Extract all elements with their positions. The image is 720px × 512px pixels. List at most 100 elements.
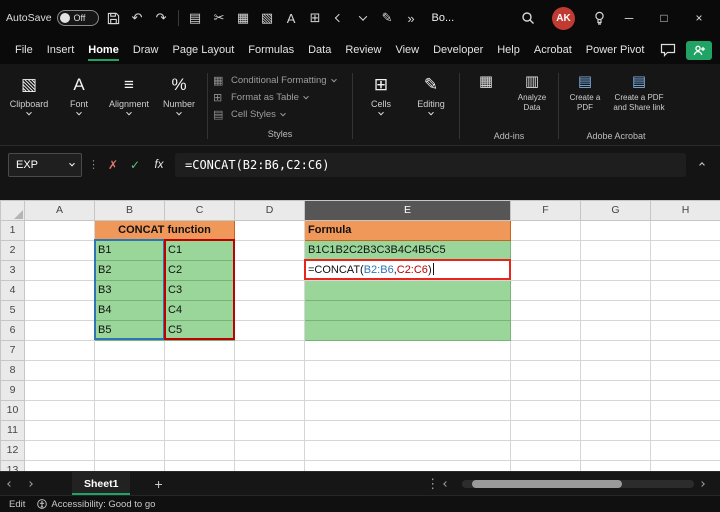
addins-button[interactable]: ▦ bbox=[463, 67, 509, 91]
cell[interactable] bbox=[94, 380, 165, 401]
mode-indicator[interactable]: Edit bbox=[9, 499, 25, 510]
tab-view[interactable]: View bbox=[388, 39, 426, 61]
row-header-1[interactable]: 1 bbox=[0, 220, 25, 241]
create-pdf-button[interactable]: ▤ Create a PDF bbox=[562, 67, 608, 112]
cell[interactable] bbox=[580, 280, 651, 301]
cell[interactable] bbox=[164, 400, 235, 421]
conditional-formatting-button[interactable]: ▦ Conditional Formatting bbox=[213, 72, 347, 89]
cell[interactable] bbox=[510, 420, 581, 441]
cell[interactable] bbox=[650, 280, 720, 301]
cell[interactable] bbox=[234, 400, 305, 421]
draw-brush-button[interactable]: ✎ bbox=[378, 5, 397, 31]
cell[interactable] bbox=[24, 340, 95, 361]
cell[interactable] bbox=[304, 440, 511, 461]
cell[interactable] bbox=[510, 400, 581, 421]
cell[interactable] bbox=[24, 280, 95, 301]
cell[interactable] bbox=[580, 220, 651, 241]
row-header-4[interactable]: 4 bbox=[0, 280, 25, 301]
column-header-C[interactable]: C bbox=[164, 200, 235, 221]
tab-data[interactable]: Data bbox=[301, 39, 338, 61]
cell[interactable] bbox=[510, 380, 581, 401]
cell[interactable] bbox=[164, 460, 235, 471]
cell[interactable] bbox=[164, 440, 235, 461]
row-header-2[interactable]: 2 bbox=[0, 240, 25, 261]
insert-function-button[interactable]: fx bbox=[149, 159, 169, 171]
quick-access-dropdown[interactable] bbox=[354, 5, 373, 31]
cell[interactable] bbox=[510, 220, 581, 241]
sheet-nav-right[interactable] bbox=[27, 480, 40, 487]
cell[interactable] bbox=[234, 340, 305, 361]
ribbon-group-alignment[interactable]: ≡ Alignment bbox=[104, 67, 154, 145]
create-pdf-share-button[interactable]: ▤ Create a PDF and Share link bbox=[608, 67, 670, 112]
autosave-switch[interactable]: Off bbox=[56, 10, 99, 26]
tab-home[interactable]: Home bbox=[81, 39, 126, 61]
cell[interactable] bbox=[580, 460, 651, 471]
cell[interactable] bbox=[24, 440, 95, 461]
tab-insert[interactable]: Insert bbox=[40, 39, 82, 61]
cell-C2[interactable]: C1 bbox=[164, 240, 235, 261]
row-header-12[interactable]: 12 bbox=[0, 440, 25, 461]
font-color-button[interactable]: A bbox=[282, 5, 301, 31]
scrollbar-thumb[interactable] bbox=[472, 479, 622, 488]
insert-picture-button[interactable]: ▦ bbox=[234, 5, 253, 31]
cell[interactable] bbox=[234, 320, 305, 341]
cancel-entry-button[interactable]: ✗ bbox=[105, 158, 121, 172]
row-header-7[interactable]: 7 bbox=[0, 340, 25, 361]
cell[interactable] bbox=[580, 380, 651, 401]
cell[interactable] bbox=[580, 260, 651, 281]
confirm-entry-button[interactable]: ✓ bbox=[127, 158, 143, 172]
cell[interactable] bbox=[164, 420, 235, 441]
scrollbar-track[interactable] bbox=[462, 479, 694, 488]
cell[interactable] bbox=[234, 360, 305, 381]
cell-B5[interactable]: B4 bbox=[94, 300, 165, 321]
ribbon-group-cells[interactable]: ⊞ Cells bbox=[356, 67, 406, 145]
column-header-H[interactable]: H bbox=[650, 200, 720, 221]
cell[interactable] bbox=[234, 300, 305, 321]
cell[interactable] bbox=[164, 360, 235, 381]
cell[interactable] bbox=[234, 440, 305, 461]
cell[interactable] bbox=[94, 340, 165, 361]
avatar[interactable]: AK bbox=[552, 6, 575, 30]
cell[interactable] bbox=[24, 240, 95, 261]
select-all-corner[interactable] bbox=[0, 200, 25, 221]
column-header-A[interactable]: A bbox=[24, 200, 95, 221]
cell[interactable] bbox=[304, 400, 511, 421]
row-header-8[interactable]: 8 bbox=[0, 360, 25, 381]
cell[interactable] bbox=[510, 340, 581, 361]
cell-C3[interactable]: C2 bbox=[164, 260, 235, 281]
tab-acrobat[interactable]: Acrobat bbox=[527, 39, 579, 61]
scroll-left-button[interactable] bbox=[443, 480, 456, 487]
tab-help[interactable]: Help bbox=[490, 39, 527, 61]
cell[interactable] bbox=[94, 440, 165, 461]
minimize-button[interactable]: ─ bbox=[614, 3, 644, 33]
add-sheet-button[interactable]: + bbox=[154, 476, 162, 492]
cell[interactable] bbox=[510, 260, 581, 281]
row-header-6[interactable]: 6 bbox=[0, 320, 25, 341]
row-header-9[interactable]: 9 bbox=[0, 380, 25, 401]
scroll-right-button[interactable] bbox=[699, 480, 712, 487]
row-header-5[interactable]: 5 bbox=[0, 300, 25, 321]
paste-button[interactable]: ▧ bbox=[258, 5, 277, 31]
cell-E2[interactable]: B1C1B2C2B3C3B4C4B5C5 bbox=[304, 240, 511, 261]
cell[interactable] bbox=[164, 340, 235, 361]
cell[interactable] bbox=[510, 300, 581, 321]
cell[interactable] bbox=[650, 300, 720, 321]
close-button[interactable]: × bbox=[684, 3, 714, 33]
cell[interactable] bbox=[24, 320, 95, 341]
tab-formulas[interactable]: Formulas bbox=[241, 39, 301, 61]
row-header-13[interactable]: 13 bbox=[0, 460, 25, 471]
cell[interactable] bbox=[24, 400, 95, 421]
cell[interactable] bbox=[580, 440, 651, 461]
cell-C5[interactable]: C4 bbox=[164, 300, 235, 321]
cell-B2[interactable]: B1 bbox=[94, 240, 165, 261]
insert-table-button[interactable]: ⊞ bbox=[306, 5, 325, 31]
cell[interactable] bbox=[510, 360, 581, 381]
cell[interactable] bbox=[24, 460, 95, 471]
cell[interactable] bbox=[650, 240, 720, 261]
cell[interactable] bbox=[580, 400, 651, 421]
cell-B3[interactable]: B2 bbox=[94, 260, 165, 281]
cell[interactable] bbox=[650, 420, 720, 441]
cell[interactable] bbox=[580, 240, 651, 261]
accessibility-status[interactable]: Accessibility: Good to go bbox=[37, 499, 155, 510]
cell[interactable] bbox=[234, 380, 305, 401]
